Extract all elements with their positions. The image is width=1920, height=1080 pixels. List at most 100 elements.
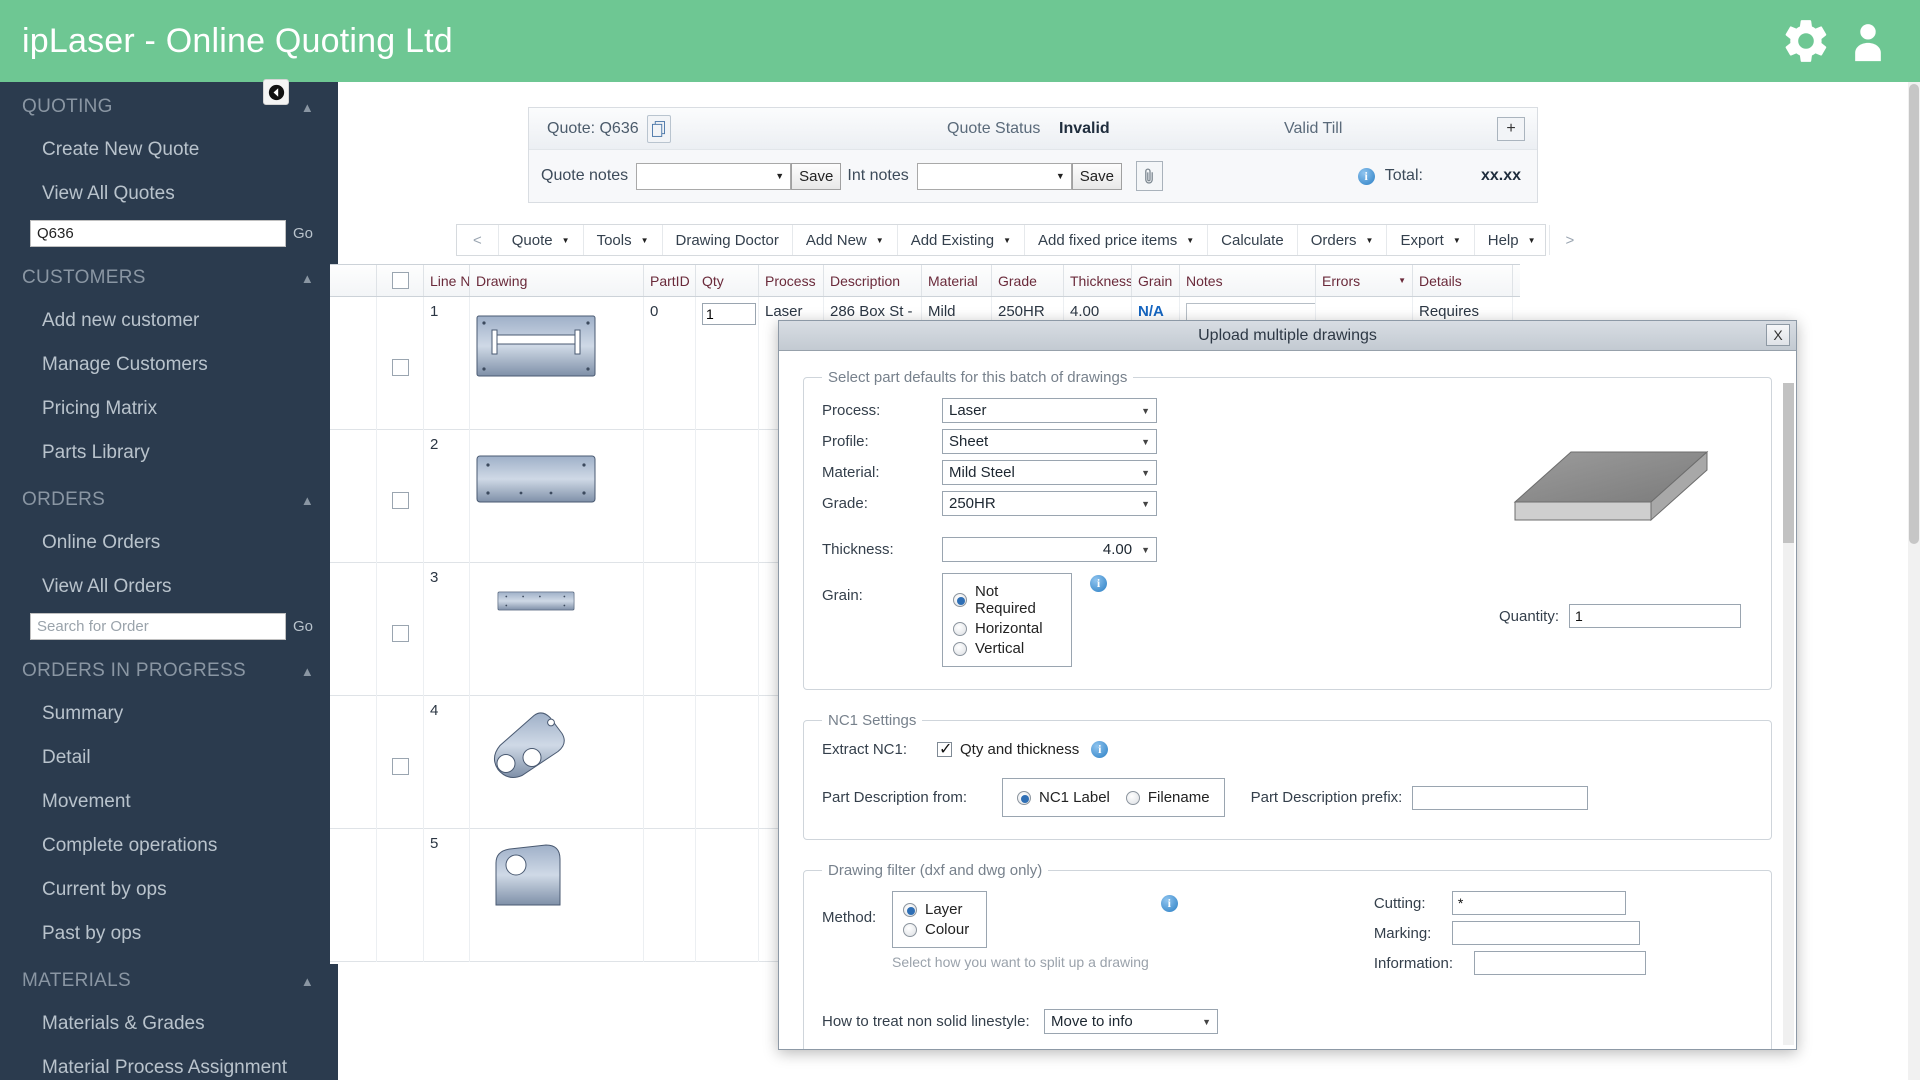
sidebar-item-complete-operations[interactable]: Complete operations: [0, 824, 338, 868]
material-select[interactable]: Mild Steel ▼: [942, 460, 1157, 485]
method-option-layer[interactable]: Layer: [903, 901, 972, 918]
toolbar-help-menu[interactable]: Help ▼: [1475, 225, 1550, 255]
toolbar-add-fixed-price-items-menu[interactable]: Add fixed price items ▼: [1025, 225, 1209, 255]
toolbar-drawing-doctor-button[interactable]: Drawing Doctor: [663, 225, 793, 255]
grid-col-line-number[interactable]: Line Nu: [424, 265, 470, 296]
cell-drawing[interactable]: [470, 696, 644, 829]
marking-input[interactable]: [1451, 921, 1640, 945]
sidebar-item-summary[interactable]: Summary: [0, 692, 338, 736]
row-checkbox[interactable]: [391, 625, 409, 642]
radio-icon[interactable]: [953, 593, 967, 607]
quote-notes-select[interactable]: ▼: [636, 162, 792, 190]
dialog-scrollbar-thumb[interactable]: [1783, 383, 1794, 543]
add-valid-till-button[interactable]: +: [1497, 116, 1525, 141]
sidebar-item-past-by-ops[interactable]: Past by ops: [0, 912, 338, 956]
grid-col-partid[interactable]: PartID: [644, 265, 696, 296]
radio-icon[interactable]: [903, 922, 917, 937]
cutting-input[interactable]: [1451, 891, 1626, 915]
cell-drawing[interactable]: [470, 297, 644, 430]
copy-icon[interactable]: [646, 114, 671, 143]
linestyle-select[interactable]: Move to info ▼: [1044, 1009, 1218, 1034]
page-scrollbar-thumb[interactable]: [1909, 84, 1919, 544]
part-description-prefix-input[interactable]: [1412, 785, 1589, 810]
toolbar-next-button[interactable]: >: [1550, 225, 1591, 255]
sidebar-collapse-button[interactable]: [263, 79, 289, 105]
radio-icon[interactable]: [953, 621, 967, 636]
sidebar-item-movement[interactable]: Movement: [0, 780, 338, 824]
sidebar-item-detail[interactable]: Detail: [0, 736, 338, 780]
sidebar-group-materials[interactable]: MATERIALS ▲: [0, 956, 338, 1002]
grain-option-vertical[interactable]: Vertical: [953, 640, 1057, 657]
toolbar-calculate-button[interactable]: Calculate: [1208, 225, 1298, 255]
method-info-icon[interactable]: i: [1160, 895, 1178, 912]
toolbar-quote-menu[interactable]: Quote ▼: [499, 225, 584, 255]
grain-option-not-required[interactable]: Not Required: [953, 583, 1057, 617]
paperclip-icon[interactable]: [1135, 161, 1163, 191]
row-checkbox[interactable]: [391, 758, 409, 775]
sidebar-group-orders-in-progress[interactable]: ORDERS IN PROGRESS ▲: [0, 646, 338, 692]
grain-info-icon[interactable]: i: [1090, 575, 1107, 592]
radio-icon[interactable]: [903, 902, 917, 917]
toolbar-prev-button[interactable]: <: [457, 225, 499, 255]
information-input[interactable]: [1473, 951, 1646, 975]
sidebar-item-materials-grades[interactable]: Materials & Grades: [0, 1002, 338, 1046]
sidebar-item-view-all-quotes[interactable]: View All Quotes: [0, 172, 338, 216]
grid-col-drawing[interactable]: Drawing: [470, 265, 644, 296]
process-select[interactable]: Laser ▼: [942, 398, 1157, 423]
toolbar-add-existing-menu[interactable]: Add Existing ▼: [898, 225, 1025, 255]
sidebar-item-pricing-matrix[interactable]: Pricing Matrix: [0, 387, 338, 431]
grid-col-details[interactable]: Details: [1413, 265, 1513, 296]
order-search-input[interactable]: [30, 613, 286, 640]
sidebar-item-current-by-ops[interactable]: Current by ops: [0, 868, 338, 912]
cell-drawing[interactable]: [470, 563, 644, 696]
grid-col-grain[interactable]: Grain: [1132, 265, 1180, 296]
quote-search-input[interactable]: [30, 220, 286, 247]
thickness-select[interactable]: 4.00 ▼: [942, 537, 1157, 562]
dialog-scrollbar[interactable]: [1783, 383, 1794, 1045]
grid-col-errors[interactable]: Errors ▼: [1316, 265, 1413, 296]
chevron-down-icon[interactable]: ▼: [1398, 276, 1406, 285]
cell-drawing[interactable]: [470, 430, 644, 563]
sidebar-item-create-new-quote[interactable]: Create New Quote: [0, 128, 338, 172]
page-scrollbar[interactable]: [1908, 82, 1920, 1080]
cell-qty[interactable]: [696, 297, 759, 430]
quantity-input[interactable]: [1569, 604, 1741, 628]
grid-col-select-all[interactable]: [377, 265, 424, 296]
grade-select[interactable]: 250HR ▼: [942, 491, 1157, 516]
radio-icon[interactable]: [1017, 790, 1031, 805]
save-int-notes-button[interactable]: Save: [1071, 162, 1122, 190]
sidebar-item-material-process-assignment[interactable]: Material Process Assignment: [0, 1046, 338, 1080]
grid-col-grade[interactable]: Grade: [992, 265, 1064, 296]
toolbar-export-menu[interactable]: Export ▼: [1387, 225, 1475, 255]
extract-nc1-checkbox[interactable]: [937, 739, 952, 758]
grain-option-horizontal[interactable]: Horizontal: [953, 620, 1057, 637]
toolbar-orders-menu[interactable]: Orders ▼: [1298, 225, 1388, 255]
save-quote-notes-button[interactable]: Save: [791, 162, 842, 190]
radio-icon[interactable]: [1125, 790, 1140, 805]
select-all-checkbox[interactable]: [391, 272, 409, 289]
grid-col-process[interactable]: Process: [759, 265, 824, 296]
toolbar-add-new-menu[interactable]: Add New ▼: [793, 225, 898, 255]
sidebar-group-orders[interactable]: ORDERS ▲: [0, 475, 338, 521]
radio-icon[interactable]: [953, 641, 967, 656]
info-icon[interactable]: i: [1357, 167, 1375, 185]
row-checkbox[interactable]: [391, 492, 409, 509]
desc-from-option-filename[interactable]: Filename: [1125, 789, 1210, 806]
sidebar-group-customers[interactable]: CUSTOMERS ▲: [0, 253, 338, 299]
int-notes-select[interactable]: ▼: [916, 162, 1072, 190]
qty-input[interactable]: [702, 303, 756, 325]
grid-col-description[interactable]: Description: [824, 265, 922, 296]
desc-from-option-nc1-label[interactable]: NC1 Label: [1017, 789, 1110, 806]
sidebar-item-add-new-customer[interactable]: Add new customer: [0, 299, 338, 343]
sidebar-item-manage-customers[interactable]: Manage Customers: [0, 343, 338, 387]
order-search-go-button[interactable]: Go: [286, 613, 320, 640]
grid-col-notes[interactable]: Notes: [1180, 265, 1316, 296]
row-checkbox[interactable]: [391, 359, 409, 376]
method-option-colour[interactable]: Colour: [903, 921, 972, 938]
extract-nc1-info-icon[interactable]: i: [1091, 741, 1109, 758]
user-icon[interactable]: [1846, 15, 1890, 67]
grid-col-qty[interactable]: Qty: [696, 265, 759, 296]
toolbar-tools-menu[interactable]: Tools ▼: [584, 225, 663, 255]
gear-icon[interactable]: [1780, 15, 1832, 67]
grid-col-material[interactable]: Material: [922, 265, 992, 296]
